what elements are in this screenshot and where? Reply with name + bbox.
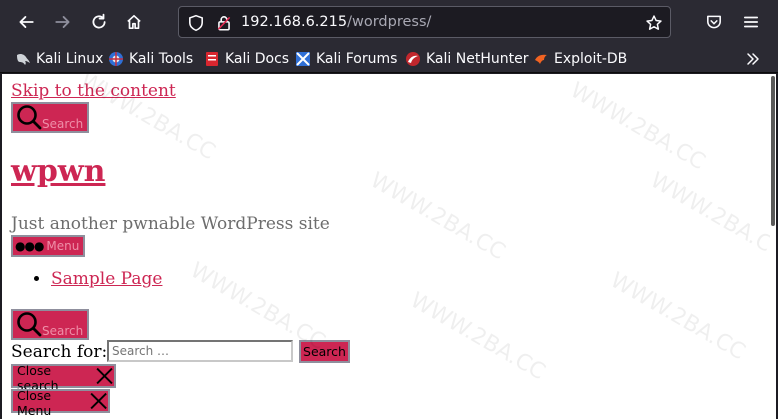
watermark-text: WWW.2BA.CC: [405, 287, 550, 386]
close-menu-button[interactable]: Close Menu: [11, 388, 110, 418]
search-submit-button[interactable]: Search: [299, 340, 350, 363]
shield-icon[interactable]: [187, 14, 205, 32]
search-icon: [17, 104, 42, 129]
scrollbar[interactable]: [770, 74, 776, 419]
nethunter-icon: [405, 51, 421, 67]
bookmark-kali-nethunter[interactable]: Kali NetHunter: [405, 48, 528, 70]
search-toggle-button[interactable]: Search: [11, 102, 89, 133]
close-search-button[interactable]: Close search: [11, 363, 116, 393]
primary-nav-list: Sample Page: [11, 269, 162, 289]
kali-tools-icon: [108, 51, 124, 67]
bookmark-label: Kali NetHunter: [426, 51, 529, 67]
search-toggle-label: Search: [42, 323, 84, 338]
search-input[interactable]: [107, 340, 293, 362]
page-viewport: Skip to the content Search wpwn Just ano…: [2, 74, 776, 419]
url-text[interactable]: 192.168.6.215/wordpress/: [241, 14, 431, 30]
browser-toolbar: 192.168.6.215/wordpress/: [0, 0, 778, 44]
watermark-text: WWW.2BA.CC: [645, 167, 776, 266]
nav-item-sample-page: Sample Page: [51, 269, 162, 289]
kali-dragon-icon: [15, 51, 31, 67]
search-toggle-label: Search: [42, 116, 84, 131]
watermark-text: WWW.2BA.CC: [565, 77, 710, 176]
bookmark-kali-linux[interactable]: Kali Linux: [15, 48, 103, 70]
menu-toggle-label: Menu: [46, 239, 80, 253]
home-icon[interactable]: [118, 6, 150, 38]
bookmark-label: Kali Docs: [225, 51, 290, 67]
ellipsis-icon: ●●●: [15, 239, 44, 253]
url-host: 192.168.6.215: [241, 14, 348, 30]
watermark: WWW.2BA.CC WWW.2BA.CC WWW.2BA.CC WWW.2BA…: [2, 74, 776, 419]
close-icon: [90, 392, 107, 410]
scrollbar-thumb[interactable]: [771, 76, 775, 226]
kali-forums-icon: [295, 51, 311, 67]
pocket-icon[interactable]: [698, 6, 730, 38]
hamburger-icon[interactable]: [735, 6, 767, 38]
chevron-double-right-icon[interactable]: [745, 48, 761, 70]
nav-link-sample-page[interactable]: Sample Page: [51, 269, 162, 289]
close-menu-label: Close Menu: [17, 388, 52, 418]
forward-arrow-icon[interactable]: [47, 6, 79, 38]
url-bar[interactable]: 192.168.6.215/wordpress/: [178, 6, 671, 38]
lock-icon[interactable]: [215, 14, 233, 32]
watermark-text: WWW.2BA.CC: [365, 167, 510, 266]
reload-icon[interactable]: [83, 6, 115, 38]
url-path: /wordpress/: [347, 14, 432, 30]
bookmark-kali-forums[interactable]: Kali Forums: [295, 48, 397, 70]
menu-toggle-button[interactable]: ●●● Menu: [11, 235, 85, 257]
bookmark-exploit-db[interactable]: Exploit-DB: [533, 48, 627, 70]
bookmarks-toolbar: Kali Linux Kali Tools Kali Docs Kali For…: [0, 44, 778, 73]
kali-docs-icon: [204, 51, 220, 67]
search-toggle-button-secondary[interactable]: Search: [11, 309, 89, 340]
bookmark-label: Exploit-DB: [554, 51, 628, 67]
exploit-db-icon: [533, 51, 549, 67]
bookmark-label: Kali Forums: [316, 51, 398, 67]
close-icon: [96, 367, 113, 385]
bookmark-label: Kali Tools: [129, 51, 194, 67]
skip-to-content-link[interactable]: Skip to the content: [11, 81, 176, 101]
back-arrow-icon[interactable]: [10, 6, 42, 38]
site-description: Just another pwnable WordPress site: [11, 214, 330, 234]
bookmark-label: Kali Linux: [36, 51, 104, 67]
bookmark-kali-tools[interactable]: Kali Tools: [108, 48, 193, 70]
bookmark-kali-docs[interactable]: Kali Docs: [204, 48, 289, 70]
watermark-text: WWW.2BA.CC: [605, 267, 750, 366]
star-icon[interactable]: [645, 14, 663, 32]
site-title[interactable]: wpwn: [11, 154, 105, 189]
search-icon: [17, 311, 42, 336]
search-for-label: Search for:: [11, 342, 108, 362]
